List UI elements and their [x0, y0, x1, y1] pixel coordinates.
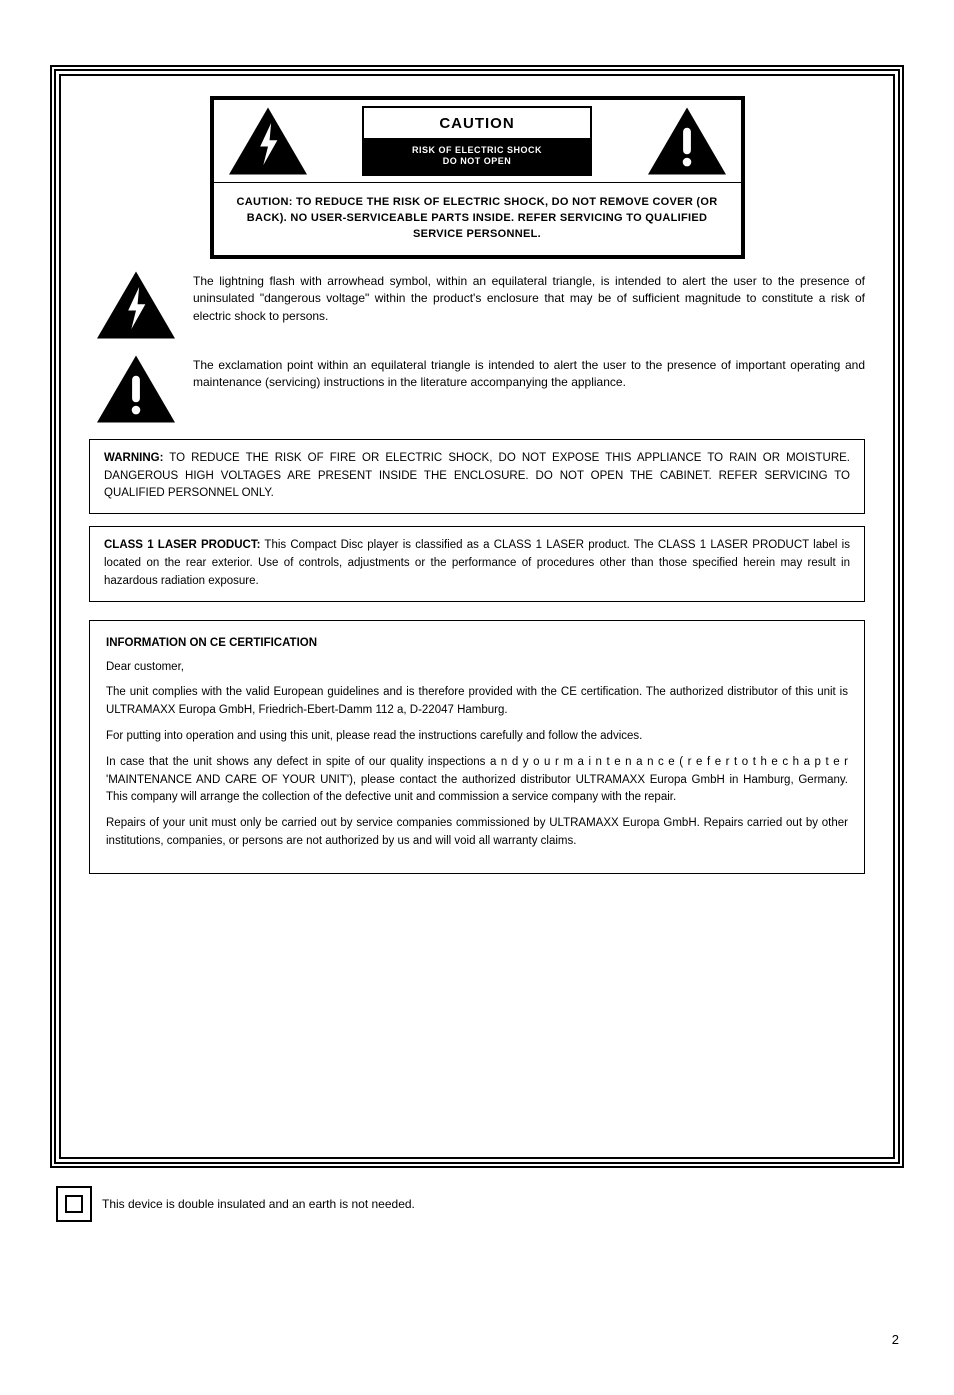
double-insulation-icon — [56, 1186, 92, 1222]
warning-box: WARNING: TO REDUCE THE RISK OF FIRE OR E… — [89, 439, 865, 514]
caution-label: CAUTION RISK OF ELECTRIC SHOCK DO NOT OP… — [362, 106, 592, 176]
exclamation-triangle-icon — [647, 107, 727, 175]
ce-salutation: Dear customer, — [106, 659, 848, 677]
ce-para-defect: In case that the unit shows any defect i… — [106, 754, 848, 807]
caution-box: CAUTION RISK OF ELECTRIC SHOCK DO NOT OP… — [210, 96, 745, 259]
warning-text: TO REDUCE THE RISK OF FIRE OR ELECTRIC S… — [104, 452, 850, 500]
footer-row: This device is double insulated and an e… — [56, 1186, 904, 1222]
ce-para-operation: For putting into operation and using thi… — [106, 728, 848, 746]
lightning-description-text: The lightning flash with arrowhead symbo… — [193, 271, 865, 325]
laser-box: CLASS 1 LASER PRODUCT: This Compact Disc… — [89, 526, 865, 601]
lightning-triangle-icon — [228, 107, 308, 175]
ce-title: INFORMATION ON CE CERTIFICATION — [106, 635, 848, 653]
exclamation-description-row: The exclamation point within an equilate… — [97, 355, 865, 425]
caution-box-top: CAUTION RISK OF ELECTRIC SHOCK DO NOT OP… — [210, 96, 745, 182]
ce-para-repairs: Repairs of your unit must only be carrie… — [106, 815, 848, 851]
page-number: 2 — [892, 1332, 899, 1347]
caution-risk-line2: DO NOT OPEN — [443, 156, 512, 167]
footer-text: This device is double insulated and an e… — [102, 1197, 415, 1211]
ce-para-compliance: The unit complies with the valid Europea… — [106, 684, 848, 720]
exclamation-description-text: The exclamation point within an equilate… — [193, 355, 865, 392]
exclamation-triangle-icon — [97, 355, 175, 425]
caution-lower-text: CAUTION: TO REDUCE THE RISK OF ELECTRIC … — [210, 182, 745, 259]
laser-lead: CLASS 1 LASER PRODUCT: — [104, 539, 260, 551]
caution-label-title: CAUTION — [364, 108, 590, 138]
warning-lead: WARNING: — [104, 452, 163, 464]
caution-risk-line1: RISK OF ELECTRIC SHOCK — [412, 145, 542, 156]
ce-info-box: INFORMATION ON CE CERTIFICATION Dear cus… — [89, 620, 865, 874]
lightning-triangle-icon — [97, 271, 175, 341]
lightning-description-row: The lightning flash with arrowhead symbo… — [97, 271, 865, 341]
